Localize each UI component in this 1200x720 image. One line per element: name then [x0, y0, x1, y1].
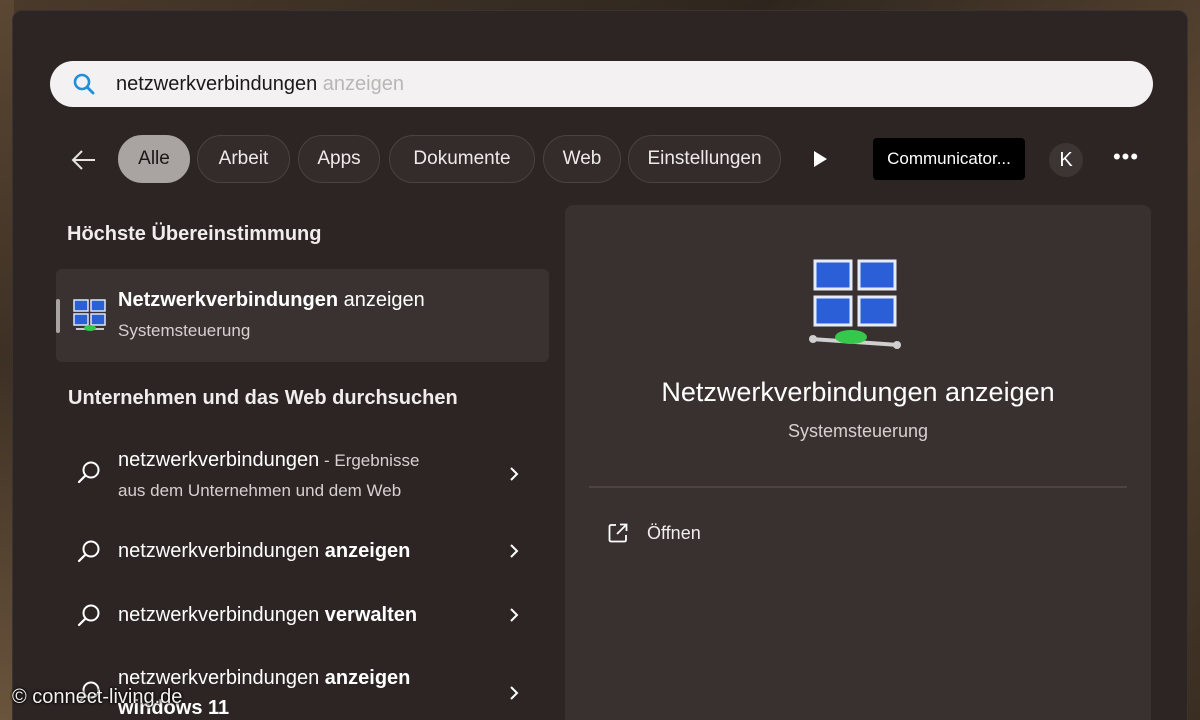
- best-match-title-rest: anzeigen: [338, 289, 425, 311]
- web-result-text: netzwerkverbindungen anzeigen: [118, 540, 410, 563]
- web-search-heading: Unternehmen und das Web durchsuchen: [68, 387, 458, 409]
- play-icon[interactable]: [810, 149, 830, 169]
- watermark: © connect-living.de: [12, 686, 183, 708]
- tab-einstellungen[interactable]: Einstellungen: [628, 135, 781, 183]
- web-result-item[interactable]: netzwerkverbindungen - Ergebnisse aus de…: [56, 439, 549, 509]
- more-options-button[interactable]: •••: [1111, 146, 1141, 171]
- network-connections-icon: [73, 299, 106, 331]
- tab-apps[interactable]: Apps: [298, 135, 380, 183]
- search-icon: [77, 604, 100, 627]
- filter-bar: Alle Arbeit Apps Dokumente Web Einstellu…: [13, 135, 1189, 185]
- web-result-suffix: - Ergebnisse: [319, 451, 420, 470]
- chevron-right-icon: [510, 686, 519, 700]
- avatar[interactable]: K: [1049, 143, 1083, 177]
- tab-dokumente[interactable]: Dokumente: [389, 135, 535, 183]
- search-input[interactable]: netzwerkverbindungen anzeigen: [116, 73, 404, 96]
- search-box[interactable]: netzwerkverbindungen anzeigen: [50, 61, 1153, 107]
- web-result-item[interactable]: netzwerkverbindungen verwalten: [56, 593, 549, 637]
- web-result-bold: anzeigen: [324, 667, 411, 689]
- search-query: netzwerkverbindungen: [116, 72, 318, 95]
- tab-alle[interactable]: Alle: [118, 135, 190, 183]
- back-button[interactable]: [69, 145, 99, 175]
- web-result-query: netzwerkverbindungen: [118, 449, 320, 471]
- search-icon: [77, 461, 100, 484]
- web-result-bold: verwalten: [324, 604, 418, 626]
- account-profile-button[interactable]: Communicator...: [873, 138, 1025, 180]
- web-result-query: netzwerkverbindungen: [118, 604, 325, 626]
- web-result-item[interactable]: netzwerkverbindungen anzeigen: [56, 529, 549, 573]
- divider: [589, 486, 1127, 488]
- best-match-result[interactable]: Netzwerkverbindungen anzeigen Systemsteu…: [56, 269, 549, 362]
- chevron-right-icon: [510, 467, 519, 481]
- best-match-title: Netzwerkverbindungen anzeigen: [118, 289, 425, 312]
- open-action[interactable]: Öffnen: [607, 519, 701, 547]
- best-match-heading: Höchste Übereinstimmung: [67, 223, 322, 245]
- web-result-bold: anzeigen: [324, 540, 411, 562]
- network-connections-icon: [809, 259, 901, 349]
- chevron-right-icon: [510, 544, 519, 558]
- arrow-left-icon: [71, 150, 95, 170]
- search-autocomplete-hint: anzeigen: [317, 72, 404, 95]
- web-result-query: netzwerkverbindungen: [118, 540, 325, 562]
- tab-arbeit[interactable]: Arbeit: [197, 135, 290, 183]
- best-match-subtitle: Systemsteuerung: [118, 321, 251, 340]
- open-external-icon: [608, 523, 628, 543]
- web-result-text: netzwerkverbindungen - Ergebnisse: [118, 449, 419, 472]
- preview-subtitle: Systemsteuerung: [787, 421, 929, 441]
- web-result-text: netzwerkverbindungen verwalten: [118, 604, 417, 627]
- preview-title: Netzwerkverbindungen anzeigen: [661, 377, 1055, 407]
- selection-indicator: [56, 299, 60, 333]
- search-icon: [73, 73, 95, 95]
- chevron-right-icon: [510, 608, 519, 622]
- search-icon: [77, 540, 100, 563]
- preview-pane: Netzwerkverbindungen anzeigen Systemsteu…: [565, 205, 1151, 720]
- start-search-panel: netzwerkverbindungen anzeigen Alle Arbei…: [12, 10, 1188, 720]
- web-result-line2: aus dem Unternehmen und dem Web: [118, 481, 402, 500]
- tab-web[interactable]: Web: [543, 135, 621, 183]
- best-match-title-bold: Netzwerkverbindungen: [118, 289, 339, 311]
- open-action-label: Öffnen: [647, 522, 701, 543]
